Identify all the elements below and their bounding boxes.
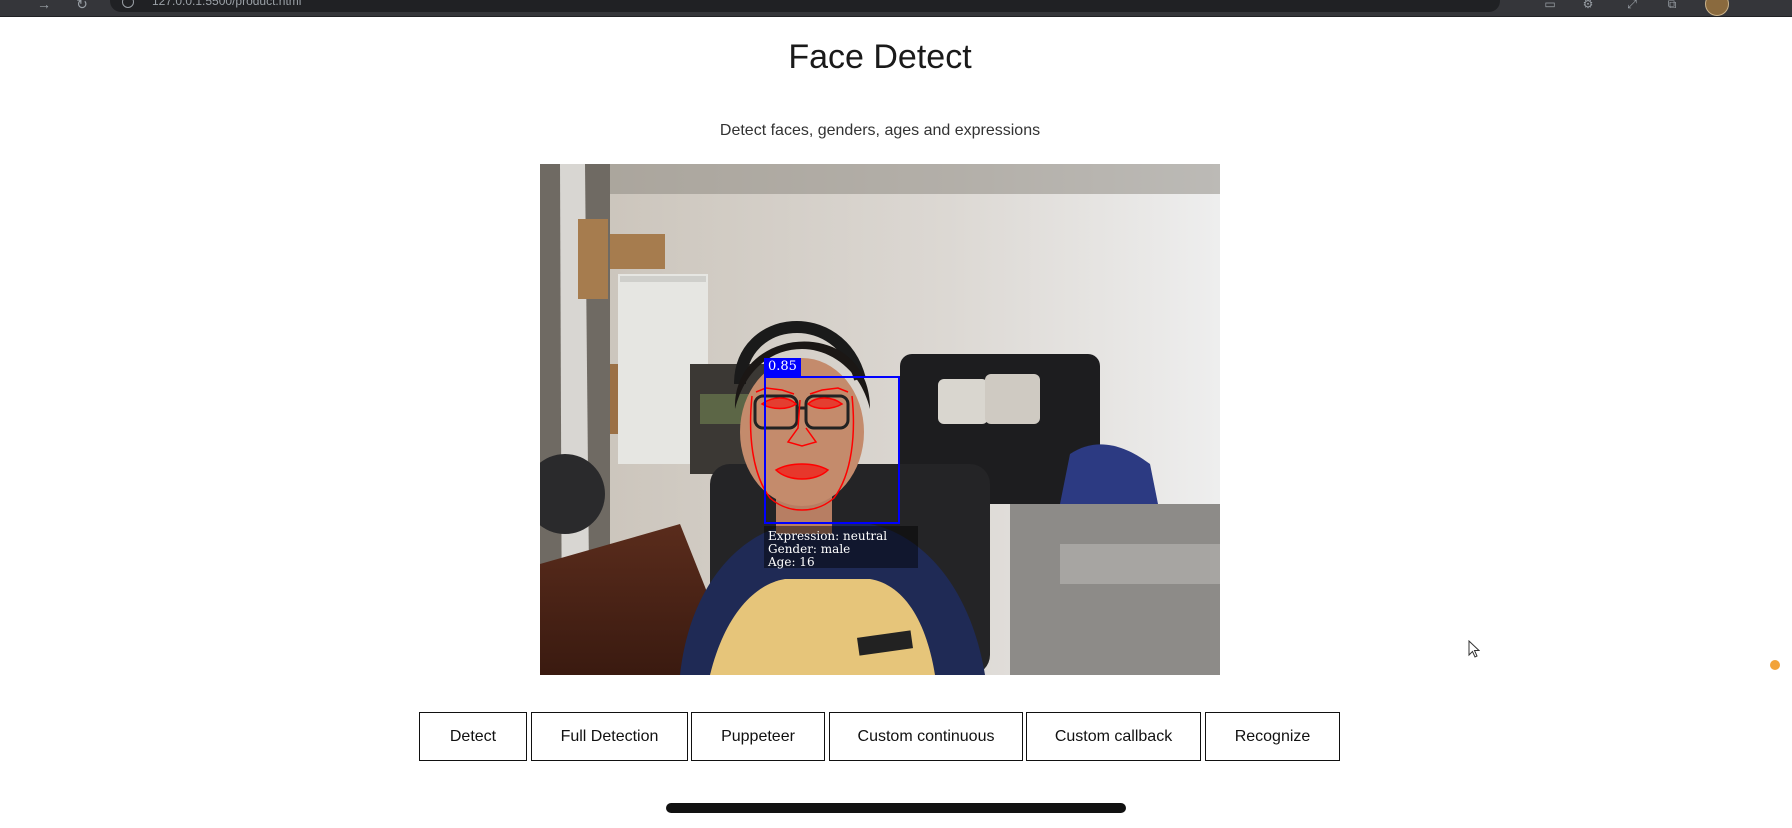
mouse-cursor-icon [1468, 640, 1480, 658]
puppeteer-button[interactable]: Puppeteer [691, 712, 825, 761]
face-attributes-box: Expression: neutral Gender: male Age: 16 [764, 526, 918, 569]
site-info-icon[interactable] [122, 0, 134, 8]
detect-button[interactable]: Detect [419, 712, 527, 761]
browser-toolbar: → ↻ 127.0.0.1:5500/product.html ▭ ⚙ ⤢ ⧉ [0, 0, 1792, 17]
settings-icon[interactable]: ⚙ [1580, 0, 1596, 11]
address-bar[interactable]: 127.0.0.1:5500/product.html [110, 0, 1500, 12]
page-title: Face Detect [788, 38, 972, 76]
profile-avatar[interactable] [1705, 0, 1729, 16]
screen: → ↻ 127.0.0.1:5500/product.html ▭ ⚙ ⤢ ⧉ … [0, 0, 1792, 828]
custom-continuous-button[interactable]: Custom continuous [829, 712, 1023, 761]
face-bounding-box [764, 376, 900, 524]
detection-score-label: 0.85 [764, 358, 801, 376]
cast-icon[interactable]: ⤢ [1624, 0, 1640, 11]
page-subtitle: Detect faces, genders, ages and expressi… [719, 122, 1041, 139]
recording-indicator-dot [1770, 660, 1780, 670]
webcam-video: 0.85 Expression: neutral Gender: male Ag… [540, 164, 1220, 675]
full-detection-button[interactable]: Full Detection [531, 712, 688, 761]
action-button-row: Detect Full Detection Puppeteer Custom c… [0, 712, 1792, 761]
reload-icon[interactable]: ↻ [74, 0, 90, 12]
collections-icon[interactable]: ⧉ [1664, 0, 1680, 11]
custom-callback-button[interactable]: Custom callback [1026, 712, 1201, 761]
recognize-button[interactable]: Recognize [1205, 712, 1340, 761]
home-indicator-bar[interactable] [666, 803, 1126, 813]
address-url[interactable]: 127.0.0.1:5500/product.html [152, 0, 301, 8]
camera-icon[interactable]: ▭ [1542, 0, 1558, 11]
age-label: Age: 16 [768, 555, 815, 569]
forward-icon[interactable]: → [36, 0, 52, 12]
